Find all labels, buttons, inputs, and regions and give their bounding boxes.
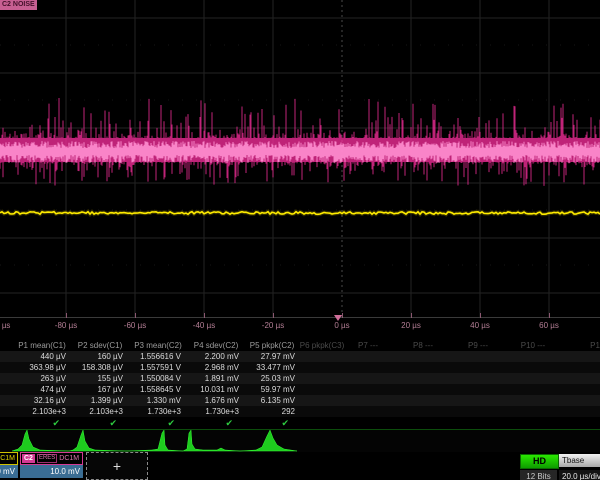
measure-value-p1-r3: 263 µV (6, 374, 66, 383)
c2-eres-badge: ERES (37, 454, 57, 463)
timebase-value: 20.0 µs/div (559, 470, 600, 480)
measure-value-p1-r2: 363.98 µV (6, 363, 66, 372)
trigger-position-marker[interactable] (334, 315, 342, 321)
axis-tick-label: 20 µs (381, 321, 441, 330)
axis-tick-label: -80 µs (36, 321, 96, 330)
oscilloscope-screen: C2 NOISE -100 µs -80 µs -60 µs -40 µs -20 µs… (0, 0, 600, 480)
axis-tick (135, 313, 136, 318)
axis-tick-label: -20 µs (243, 321, 303, 330)
c1-coupling: DC1M (0, 453, 15, 464)
histicon-strip (0, 430, 600, 452)
measure-status-p5: ✔ (235, 418, 289, 429)
measure-value-p4-r3: 1.891 mV (179, 374, 239, 383)
measure-value-p1-r1: 440 µV (6, 352, 66, 361)
measure-value-p2-r2: 158.308 µV (63, 363, 123, 372)
measure-status-p3: ✔ (121, 418, 175, 429)
c2-vdiv: 10.0 mV (20, 465, 83, 478)
measure-value-p4-r5: 1.676 mV (179, 396, 239, 405)
measure-value-p2-r1: 160 µV (63, 352, 123, 361)
measure-value-p4-r6: 1.730e+3 (179, 407, 239, 416)
channel-c2-descriptor[interactable]: C2 ERES DC1M 10.0 mV (20, 452, 83, 478)
measure-value-p4-r4: 10.031 mV (179, 385, 239, 394)
waveform-grid (0, 0, 600, 318)
axis-tick-label: -60 µs (105, 321, 165, 330)
axis-tick (549, 313, 550, 318)
measure-value-p2-r5: 1.399 µV (63, 396, 123, 405)
histicon-p4[interactable] (183, 430, 240, 453)
axis-tick (480, 313, 481, 318)
measure-value-p3-r5: 1.330 mV (121, 396, 181, 405)
measure-value-p3-r6: 1.730e+3 (121, 407, 181, 416)
channel-c1-descriptor[interactable]: C1 DC1M 10.0 mV (0, 452, 18, 478)
axis-tick (342, 313, 343, 318)
axis-tick (204, 313, 205, 318)
measure-value-p1-r6: 2.103e+3 (6, 407, 66, 416)
descriptor-bar: C1 DC1M 10.0 mV C2 ERES DC1M 10.0 mV + H… (0, 452, 600, 480)
add-trace-button[interactable]: + (86, 452, 148, 480)
hd-bits-label: 12 Bits (520, 470, 557, 480)
measure-value-p5-r6: 292 (235, 407, 295, 416)
axis-tick-label: -40 µs (174, 321, 234, 330)
timebase-descriptor[interactable]: Tbase 20.0 µs/div (559, 454, 600, 480)
hd-mode-badge[interactable]: HD (520, 454, 559, 469)
measure-header-inactive[interactable]: P11 (562, 341, 600, 350)
measure-value-p5-r3: 25.03 mV (235, 374, 295, 383)
histicon-p2[interactable] (69, 430, 126, 453)
measure-value-p3-r4: 1.558645 V (121, 385, 181, 394)
axis-tick-label: 60 µs (519, 321, 579, 330)
measure-status-p4: ✔ (179, 418, 233, 429)
measure-value-p5-r1: 27.97 mV (235, 352, 295, 361)
axis-tick (411, 313, 412, 318)
measure-value-p1-r5: 32.16 µV (6, 396, 66, 405)
axis-tick-label: 40 µs (450, 321, 510, 330)
c2-coupling: DC1M (59, 453, 79, 464)
measure-value-p3-r1: 1.556616 V (121, 352, 181, 361)
measure-status-p1: ✔ (6, 418, 60, 429)
axis-tick-label: 0 µs (312, 321, 372, 330)
measure-status-p2: ✔ (63, 418, 117, 429)
histicon-p1[interactable] (12, 430, 69, 453)
measure-value-p5-r2: 33.477 mV (235, 363, 295, 372)
measure-value-p3-r3: 1.550084 V (121, 374, 181, 383)
measure-value-p5-r4: 59.97 mV (235, 385, 295, 394)
timebase-title: Tbase (559, 454, 600, 467)
measure-value-p1-r4: 474 µV (6, 385, 66, 394)
measure-value-p3-r2: 1.557591 V (121, 363, 181, 372)
measure-value-p4-r2: 2.968 mV (179, 363, 239, 372)
measure-value-p5-r5: 6.135 mV (235, 396, 295, 405)
time-axis-line (0, 317, 600, 318)
measure-value-p2-r3: 155 µV (63, 374, 123, 383)
histicon-p3[interactable] (126, 430, 183, 453)
axis-tick-label: -100 µs (0, 321, 27, 330)
measure-value-p4-r1: 2.200 mV (179, 352, 239, 361)
c1-vdiv: 10.0 mV (0, 465, 18, 478)
axis-tick (273, 313, 274, 318)
measure-value-p2-r4: 167 µV (63, 385, 123, 394)
measure-header-inactive[interactable]: P10 --- (498, 341, 568, 350)
measure-value-p2-r6: 2.103e+3 (63, 407, 123, 416)
trace-annotation-label[interactable]: C2 NOISE (0, 0, 37, 10)
histicon-p5[interactable] (240, 430, 297, 453)
c2-label: C2 (22, 454, 35, 463)
axis-tick (66, 313, 67, 318)
